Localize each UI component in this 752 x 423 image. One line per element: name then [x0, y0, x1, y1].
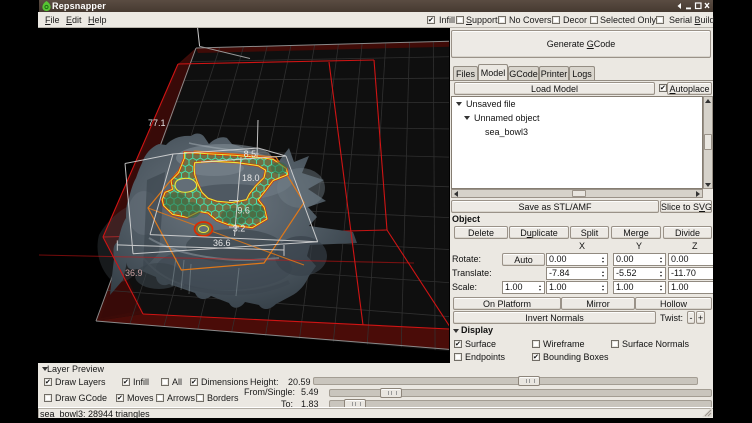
- svg-text:77.1: 77.1: [148, 118, 166, 128]
- svg-text:8.5: 8.5: [244, 149, 257, 159]
- svg-text:36.6: 36.6: [213, 238, 231, 248]
- svg-text:3.2: 3.2: [233, 224, 246, 234]
- svg-text:18.0: 18.0: [242, 173, 260, 183]
- svg-text:36.9: 36.9: [125, 268, 143, 278]
- svg-text:9.6: 9.6: [237, 206, 250, 216]
